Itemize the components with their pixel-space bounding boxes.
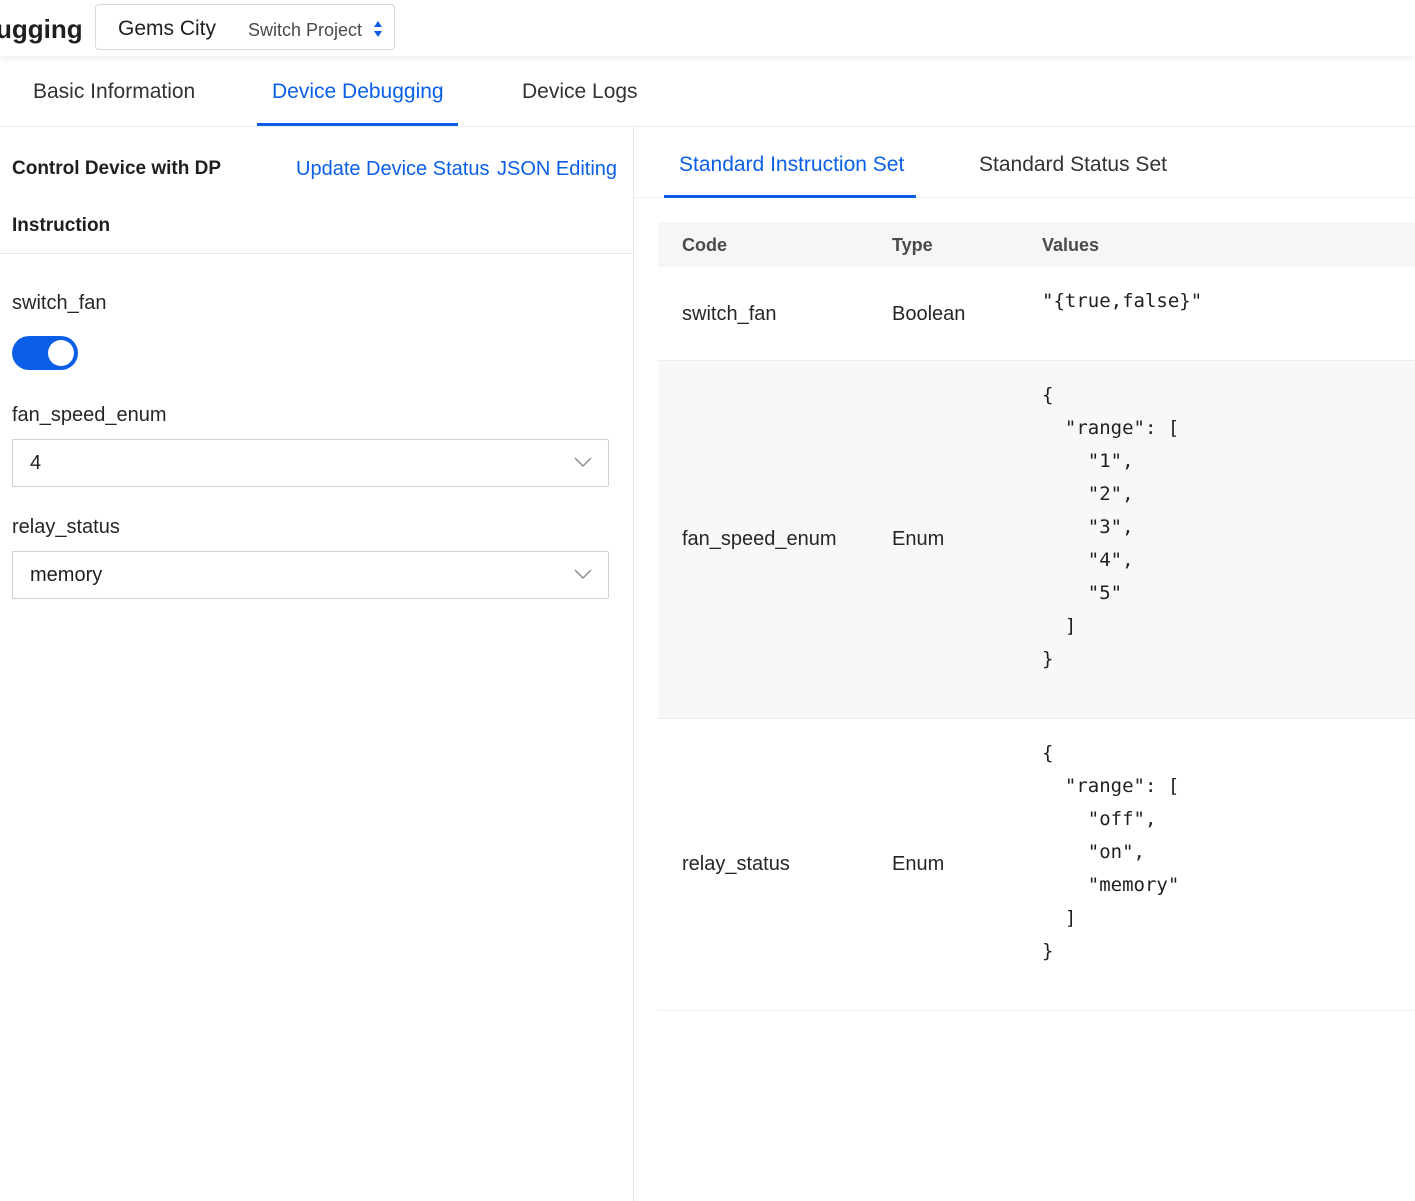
switch-fan-toggle[interactable] xyxy=(12,336,78,370)
row-type: Enum xyxy=(892,853,945,875)
row-values: { "range": [ "off", "on", "memory" ] } xyxy=(1042,742,1180,962)
table-row: switch_fan Boolean "{true,false}" xyxy=(658,267,1415,361)
chevron-down-icon xyxy=(574,569,592,580)
toggle-knob xyxy=(48,340,74,366)
active-tab-indicator xyxy=(257,123,458,126)
fan-speed-enum-value: 4 xyxy=(30,452,42,474)
row-code: switch_fan xyxy=(682,303,777,325)
control-title: Control Device with DP xyxy=(12,158,222,179)
update-device-status-link[interactable]: Update Device Status xyxy=(296,158,489,181)
row-values: { "range": [ "1", "2", "3", "4", "5" ] } xyxy=(1042,384,1180,670)
relay-status-select[interactable]: memory xyxy=(12,551,609,599)
divider xyxy=(0,253,633,254)
relay-status-value: memory xyxy=(30,564,103,586)
column-header-values: Values xyxy=(1042,235,1100,255)
tab-standard-instruction-set[interactable]: Standard Instruction Set xyxy=(679,153,904,177)
tab-device-logs[interactable]: Device Logs xyxy=(522,80,638,104)
tab-device-debugging[interactable]: Device Debugging xyxy=(272,80,444,104)
project-selector[interactable]: Gems City Switch Project xyxy=(95,4,395,50)
relay-status-label: relay_status xyxy=(12,516,120,538)
table-row: relay_status Enum { "range": [ "off", "o… xyxy=(658,719,1415,1011)
json-editing-link[interactable]: JSON Editing xyxy=(497,158,617,181)
row-values: "{true,false}" xyxy=(1042,290,1203,312)
control-panel: Control Device with DP Update Device Sta… xyxy=(0,127,634,1201)
row-code: relay_status xyxy=(682,853,790,875)
row-type: Boolean xyxy=(892,303,966,325)
fan-speed-enum-label: fan_speed_enum xyxy=(12,404,167,426)
sort-arrows-icon xyxy=(374,21,382,37)
page-title: ugging xyxy=(0,14,83,44)
instruction-title: Instruction xyxy=(12,215,111,236)
column-header-type: Type xyxy=(892,235,933,255)
main-tabs: Basic Information Device Debugging Devic… xyxy=(0,56,1415,127)
row-type: Enum xyxy=(892,528,945,550)
table-header: Code Type Values xyxy=(658,222,1415,267)
top-bar: ugging Gems City Switch Project xyxy=(0,0,1415,56)
column-header-code: Code xyxy=(682,235,727,255)
active-subtab-indicator xyxy=(664,195,916,198)
switch-fan-label: switch_fan xyxy=(12,292,107,314)
sub-tabs: Standard Instruction Set Standard Status… xyxy=(634,127,1415,198)
project-city: Gems City xyxy=(118,17,217,40)
tab-standard-status-set[interactable]: Standard Status Set xyxy=(979,153,1167,177)
row-code: fan_speed_enum xyxy=(682,528,837,550)
table-row: fan_speed_enum Enum { "range": [ "1", "2… xyxy=(658,361,1415,719)
instruction-set-panel: Standard Instruction Set Standard Status… xyxy=(634,127,1415,1201)
chevron-down-icon xyxy=(574,457,592,468)
instruction-table: Code Type Values switch_fan Boolean "{tr… xyxy=(658,222,1415,1011)
fan-speed-enum-select[interactable]: 4 xyxy=(12,439,609,487)
tab-basic-information[interactable]: Basic Information xyxy=(33,80,195,104)
project-name: Switch Project xyxy=(248,20,363,40)
